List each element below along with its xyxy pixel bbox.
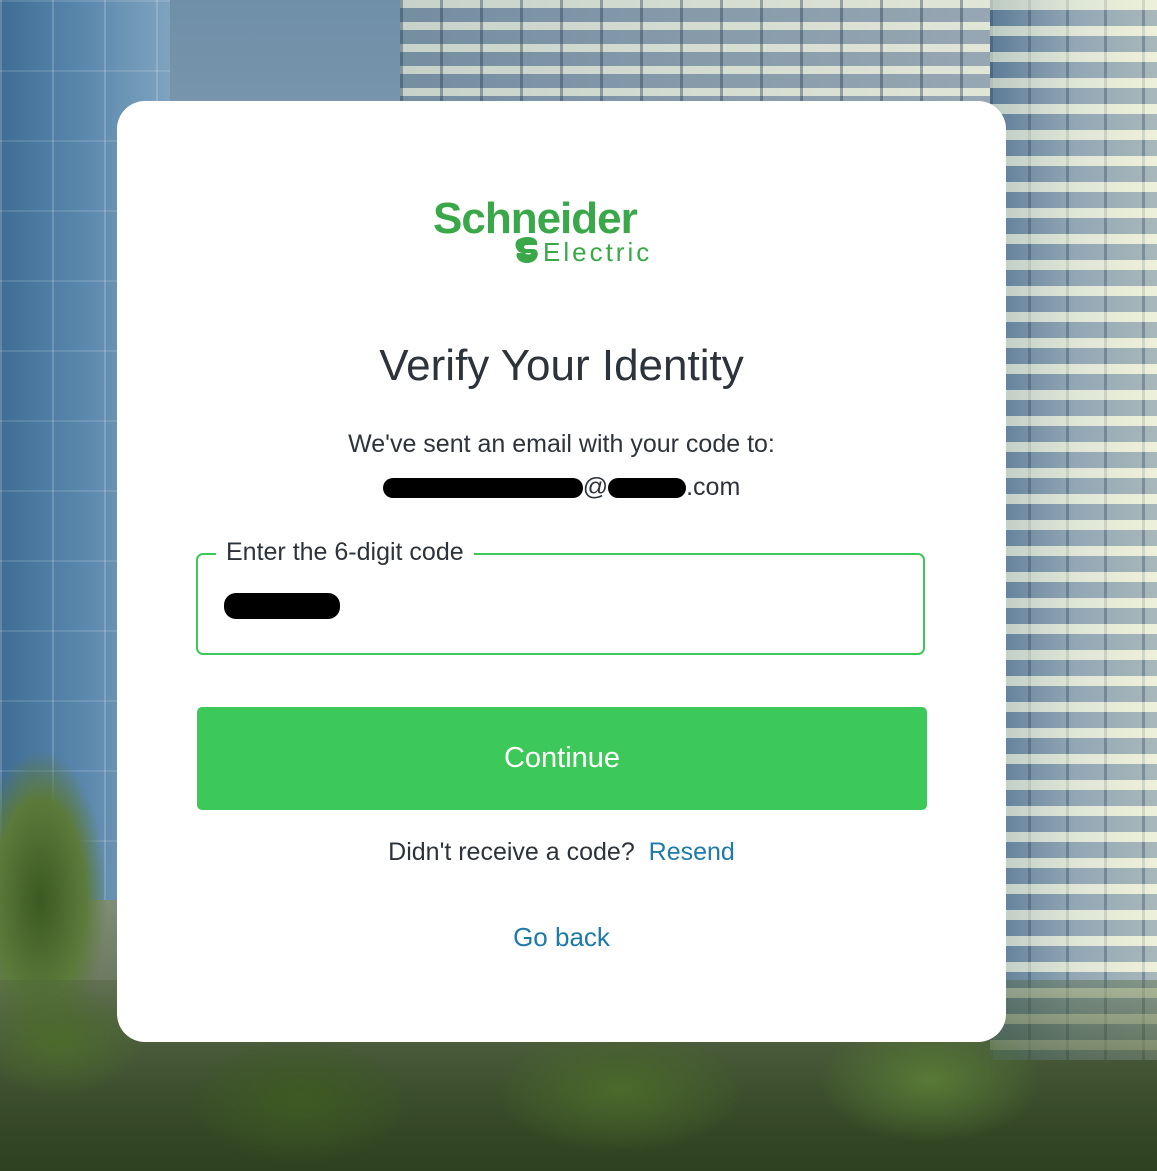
code-input-label: Enter the 6-digit code <box>216 535 474 569</box>
redacted-email-local <box>382 478 583 499</box>
verify-card: Schneider Electric Verify Your Identity … <box>117 101 1006 1042</box>
go-back-label[interactable]: Go back <box>513 922 610 952</box>
background-building-top <box>400 0 1000 110</box>
email-address: @ .com <box>117 470 1006 504</box>
email-sent-message: We've sent an email with your code to: <box>348 430 775 458</box>
background-tower-right <box>990 0 1157 1060</box>
redacted-code-value <box>224 593 340 619</box>
redacted-email-domain <box>608 478 687 499</box>
resend-link[interactable]: Resend <box>649 838 735 866</box>
code-input[interactable]: Enter the 6-digit code <box>196 535 925 655</box>
page-title: Verify Your Identity <box>379 341 744 390</box>
brand-logo-sub: Electric <box>543 237 653 267</box>
resend-row: Didn't receive a code? Resend <box>117 835 1006 869</box>
resend-prompt: Didn't receive a code? <box>388 838 635 866</box>
email-at-sign: @ <box>582 473 609 501</box>
email-domain-suffix: .com <box>686 473 741 501</box>
continue-button[interactable]: Continue <box>197 707 927 810</box>
brand-logo: Schneider Electric <box>433 193 693 273</box>
go-back-link[interactable]: Go back <box>117 919 1006 955</box>
brand-logo-icon <box>515 237 538 263</box>
